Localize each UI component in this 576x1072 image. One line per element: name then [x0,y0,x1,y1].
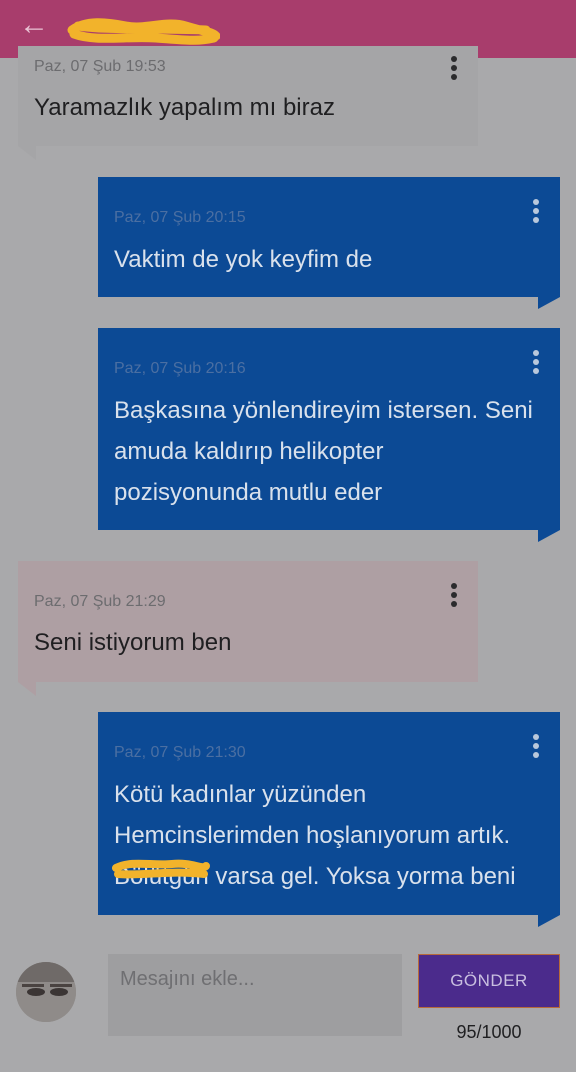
message-input[interactable] [108,954,402,1036]
message-text: Vaktim de yok keyfim de [114,246,373,273]
bubble-tail [18,146,36,160]
bubble-tail [18,682,36,696]
message-bubble-received: Paz, 07 Şub 19:53 Yaramazlık yapalım mı … [18,46,478,146]
message-menu-button[interactable] [446,583,462,611]
message-timestamp: Paz, 07 Şub 20:15 [114,209,246,226]
message-menu-button[interactable] [528,734,544,762]
message-text: Seni istiyorum ben [34,629,232,656]
message-menu-button[interactable] [528,350,544,378]
message-text: Yaramazlık yapalım mı biraz [34,94,335,121]
message-timestamp: Paz, 07 Şub 21:29 [34,593,166,610]
message-menu-button[interactable] [528,199,544,227]
message-bubble-sent: Paz, 07 Şub 20:16 Başkasına yönlendireyi… [98,328,560,530]
redacted-contact-name [67,18,220,45]
message-timestamp: Paz, 07 Şub 19:53 [34,58,166,75]
redaction-scribble [112,859,210,879]
message-timestamp: Paz, 07 Şub 20:16 [114,360,246,377]
arrow-left-icon: ← [19,8,49,41]
message-menu-button[interactable] [446,56,462,84]
message-bubble-received: Paz, 07 Şub 21:29 Seni istiyorum ben [18,561,478,682]
message-bubble-sent: Paz, 07 Şub 20:15 Vaktim de yok keyfim d… [98,177,560,297]
bubble-tail [538,915,560,927]
character-counter: 95/1000 [456,1022,522,1042]
bubble-tail [538,297,560,309]
message-timestamp: Paz, 07 Şub 21:30 [114,744,246,761]
bubble-tail [538,530,560,542]
back-button[interactable]: ← [14,8,54,44]
user-avatar[interactable] [16,962,76,1022]
avatar-image [16,962,76,1022]
message-bubble-sent: Paz, 07 Şub 21:30 Kötü kadınlar yüzünden… [98,712,560,915]
message-text: Başkasına yönlendireyim istersen. Seni a… [114,397,533,506]
send-button[interactable]: GÖNDER [418,954,560,1008]
